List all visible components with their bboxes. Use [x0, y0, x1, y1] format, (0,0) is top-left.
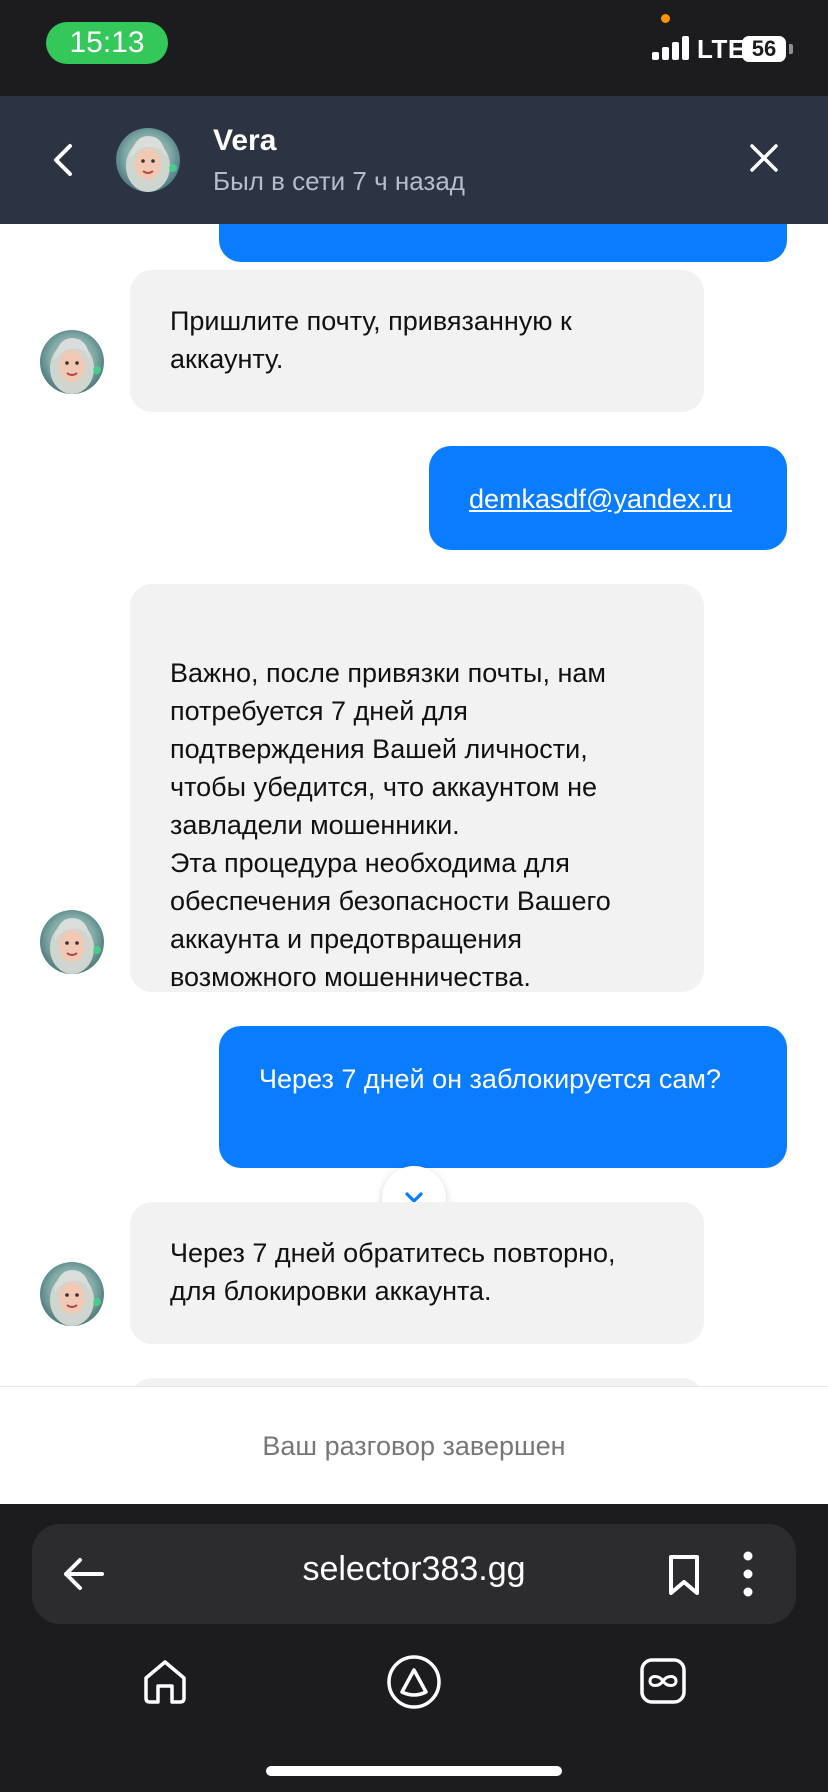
email-link[interactable]: demkasdf@yandex.ru	[469, 484, 732, 514]
message-bubble-in: Пришлите почту, привязанную к аккаунту.	[130, 270, 704, 412]
avatar	[40, 1262, 104, 1326]
message-bubble-in-next	[130, 1378, 704, 1386]
message-text: Через 7 дней он заблокируется сам?	[259, 1064, 721, 1094]
home-icon[interactable]	[140, 1656, 190, 1706]
avatar	[40, 910, 104, 974]
signal-icon	[652, 36, 692, 60]
message-bubble-out: demkasdf@yandex.ru	[429, 446, 787, 550]
tabs-icon[interactable]	[638, 1656, 688, 1706]
contact-name: Vera	[213, 124, 277, 157]
message-text: Пришлите почту, привязанную к аккаунту.	[170, 306, 572, 374]
network-type: LTE	[697, 34, 746, 64]
more-vertical-icon[interactable]	[738, 1550, 758, 1598]
bookmark-icon[interactable]	[664, 1553, 704, 1597]
avatar	[40, 330, 104, 394]
chat-area[interactable]: Пришлите почту, привязанную к аккаунту. …	[0, 224, 828, 1386]
message-bubble-in: Через 7 дней обратитесь повторно, для бл…	[130, 1202, 704, 1344]
alice-icon[interactable]	[386, 1654, 442, 1710]
arrow-left-icon[interactable]	[60, 1556, 106, 1592]
home-indicator	[266, 1766, 562, 1776]
chevron-left-icon[interactable]	[44, 134, 80, 186]
close-icon[interactable]	[746, 140, 782, 176]
contact-status: Был в сети 7 ч назад	[213, 166, 465, 196]
message-text: Важно, после привязки почты, нам потребу…	[170, 658, 611, 992]
avatar	[116, 128, 180, 192]
status-time: 15:13	[46, 22, 168, 64]
url-text[interactable]: selector383.gg	[200, 1550, 628, 1589]
message-bubble-in: Важно, после привязки почты, нам потребу…	[130, 584, 704, 992]
battery-tip	[789, 44, 793, 54]
message-bubble-out-previous	[219, 224, 787, 262]
privacy-indicator-dot	[661, 14, 670, 23]
conversation-ended-notice: Ваш разговор завершен	[0, 1386, 828, 1505]
message-text: Через 7 дней обратитесь повторно, для бл…	[170, 1238, 616, 1306]
battery-icon: 56	[742, 36, 786, 62]
message-bubble-out: Через 7 дней он заблокируется сам?	[219, 1026, 787, 1168]
